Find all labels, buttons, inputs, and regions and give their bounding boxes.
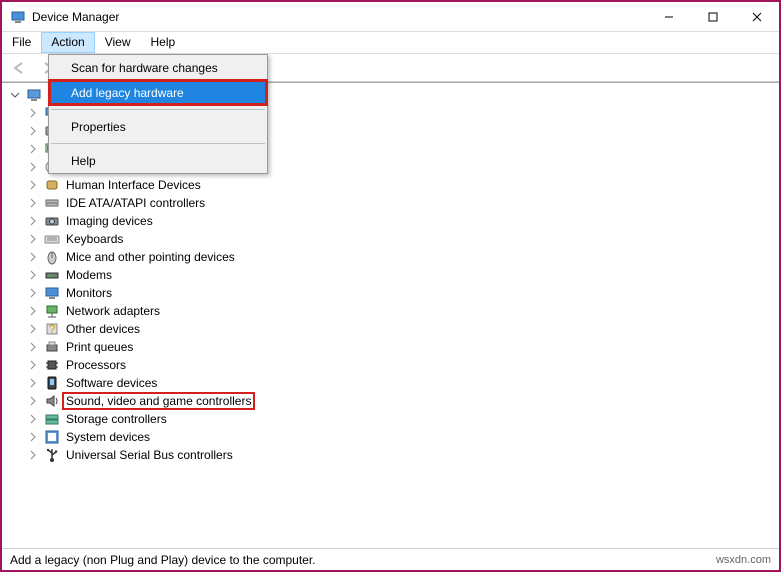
expand-icon[interactable]	[26, 144, 40, 154]
expand-icon[interactable]	[26, 414, 40, 424]
modem-icon	[44, 267, 60, 283]
tree-item-label: IDE ATA/ATAPI controllers	[64, 196, 207, 210]
tree-item-label: Storage controllers	[64, 412, 169, 426]
tree-item[interactable]: Mice and other pointing devices	[8, 248, 773, 266]
tree-item[interactable]: System devices	[8, 428, 773, 446]
computer-icon	[26, 87, 42, 103]
expand-icon[interactable]	[26, 252, 40, 262]
tree-item[interactable]: Human Interface Devices	[8, 176, 773, 194]
minimize-button[interactable]	[647, 2, 691, 32]
tree-item[interactable]: Print queues	[8, 338, 773, 356]
menubar: File Action View Help	[2, 32, 779, 54]
tree-item-label: Other devices	[64, 322, 142, 336]
action-dropdown: Scan for hardware changes Add legacy har…	[48, 54, 268, 174]
hid-icon	[44, 177, 60, 193]
tree-item-label: Universal Serial Bus controllers	[64, 448, 235, 462]
tree-item-label: Processors	[64, 358, 128, 372]
ide-icon	[44, 195, 60, 211]
cpu-icon	[44, 357, 60, 373]
menu-help[interactable]: Help	[141, 32, 186, 53]
menu-file[interactable]: File	[2, 32, 41, 53]
tree-item-label: System devices	[64, 430, 152, 444]
printer-icon	[44, 339, 60, 355]
expand-icon[interactable]	[26, 342, 40, 352]
expand-icon[interactable]	[26, 450, 40, 460]
window-title: Device Manager	[32, 10, 647, 24]
tree-item-label: Print queues	[64, 340, 135, 354]
tree-item[interactable]: Modems	[8, 266, 773, 284]
maximize-button[interactable]	[691, 2, 735, 32]
sound-icon	[44, 393, 60, 409]
tree-item[interactable]: Universal Serial Bus controllers	[8, 446, 773, 464]
tree-item[interactable]: Sound, video and game controllers	[8, 392, 773, 410]
tree-item[interactable]: ? Other devices	[8, 320, 773, 338]
watermark: wsxdn.com	[716, 554, 771, 566]
storage-icon	[44, 411, 60, 427]
monitor-icon	[44, 285, 60, 301]
expand-icon[interactable]	[26, 180, 40, 190]
menu-properties[interactable]: Properties	[49, 114, 267, 139]
close-button[interactable]	[735, 2, 779, 32]
tree-item[interactable]: Imaging devices	[8, 212, 773, 230]
imaging-icon	[44, 213, 60, 229]
menu-view[interactable]: View	[95, 32, 141, 53]
tree-item-label: Network adapters	[64, 304, 162, 318]
app-icon	[10, 9, 26, 25]
tree-item-label: Sound, video and game controllers	[64, 394, 253, 408]
tree-item-label: Software devices	[64, 376, 159, 390]
svg-text:?: ?	[49, 322, 56, 336]
other-icon: ?	[44, 321, 60, 337]
expand-icon[interactable]	[26, 288, 40, 298]
expand-icon[interactable]	[26, 432, 40, 442]
tree-item[interactable]: Keyboards	[8, 230, 773, 248]
tree-item[interactable]: Network adapters	[8, 302, 773, 320]
expand-icon[interactable]	[26, 378, 40, 388]
tree-item[interactable]: Monitors	[8, 284, 773, 302]
expand-icon[interactable]	[26, 360, 40, 370]
expand-icon[interactable]	[26, 324, 40, 334]
tree-item-label: Imaging devices	[64, 214, 155, 228]
status-bar: Add a legacy (non Plug and Play) device …	[2, 548, 779, 570]
menu-help[interactable]: Help	[49, 148, 267, 173]
tree-item[interactable]: IDE ATA/ATAPI controllers	[8, 194, 773, 212]
tree-item-label: Modems	[64, 268, 114, 282]
status-text: Add a legacy (non Plug and Play) device …	[10, 553, 316, 567]
expand-icon[interactable]	[26, 126, 40, 136]
menu-scan-hardware[interactable]: Scan for hardware changes	[49, 55, 267, 80]
expand-icon[interactable]	[26, 216, 40, 226]
separator	[51, 109, 265, 110]
back-button[interactable]	[8, 57, 32, 79]
tree-item[interactable]: Software devices	[8, 374, 773, 392]
usb-icon	[44, 447, 60, 463]
expand-icon[interactable]	[26, 234, 40, 244]
expand-icon[interactable]	[26, 306, 40, 316]
tree-item-label: Monitors	[64, 286, 114, 300]
software-icon	[44, 375, 60, 391]
system-icon	[44, 429, 60, 445]
expand-icon[interactable]	[26, 396, 40, 406]
collapse-icon[interactable]	[8, 90, 22, 100]
tree-item[interactable]: Processors	[8, 356, 773, 374]
menu-add-legacy-hardware[interactable]: Add legacy hardware	[49, 80, 267, 105]
separator	[51, 143, 265, 144]
mouse-icon	[44, 249, 60, 265]
expand-icon[interactable]	[26, 108, 40, 118]
tree-item-label: Human Interface Devices	[64, 178, 203, 192]
titlebar: Device Manager	[2, 2, 779, 32]
tree-item[interactable]: Storage controllers	[8, 410, 773, 428]
expand-icon[interactable]	[26, 162, 40, 172]
network-icon	[44, 303, 60, 319]
expand-icon[interactable]	[26, 198, 40, 208]
menu-action[interactable]: Action	[41, 32, 94, 53]
tree-item-label: Mice and other pointing devices	[64, 250, 237, 264]
tree-item-label: Keyboards	[64, 232, 125, 246]
keyboard-icon	[44, 231, 60, 247]
expand-icon[interactable]	[26, 270, 40, 280]
